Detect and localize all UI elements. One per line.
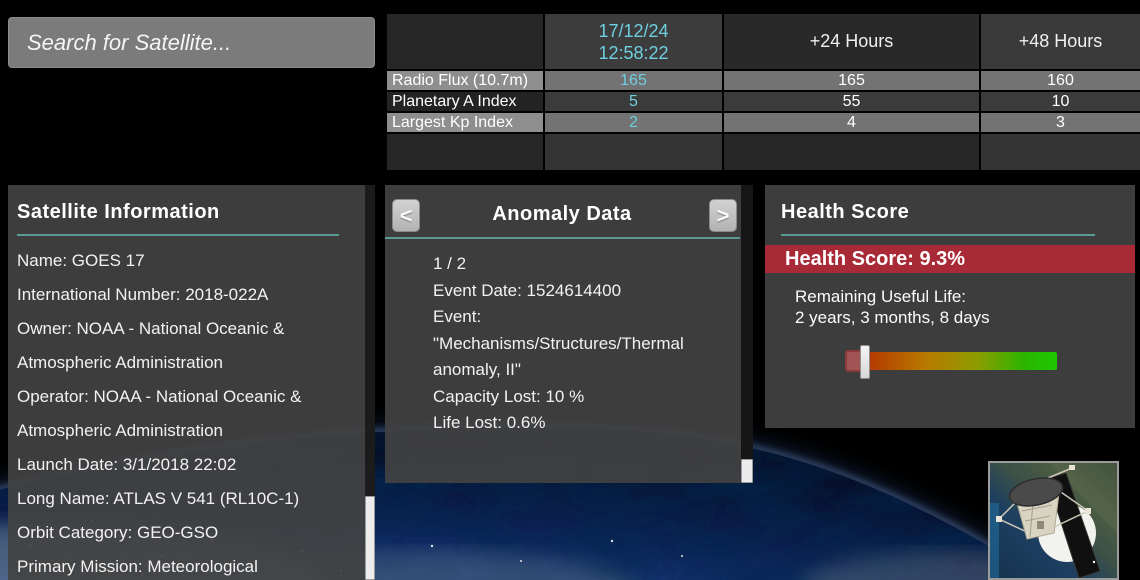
health-score-banner: Health Score: 9.3% <box>765 245 1135 273</box>
table-footer-row <box>386 133 1140 171</box>
anomaly-pagination: 1 / 2 <box>433 251 711 278</box>
field-operator: Operator: NOAA - National Oceanic & Atmo… <box>17 380 335 448</box>
row-label: Planetary A Index <box>386 91 544 112</box>
field-primary-mission: Primary Mission: Meteorological <box>17 550 335 580</box>
health-score-slider[interactable] <box>845 345 1057 379</box>
next-anomaly-button[interactable]: > <box>709 199 737 232</box>
anomaly-scrollbar[interactable] <box>741 185 753 483</box>
search-input[interactable] <box>8 17 375 68</box>
current-time: 12:58:22 <box>545 42 722 64</box>
largest-kp-48h: 3 <box>980 112 1140 133</box>
anomaly-capacity-lost: Capacity Lost: 10 % <box>433 384 711 411</box>
satellite-info-title: Satellite Information <box>8 185 375 224</box>
satellite-preview-image <box>988 461 1119 580</box>
table-corner-cell <box>386 13 544 70</box>
radio-flux-now: 165 <box>544 70 723 91</box>
plus-24-hours-header: +24 Hours <box>723 13 980 70</box>
app-window: 17/12/24 12:58:22 +24 Hours +48 Hours Ra… <box>0 0 1140 580</box>
radio-flux-48h: 160 <box>980 70 1140 91</box>
plus-48-hours-header: +48 Hours <box>980 13 1140 70</box>
current-datetime-header: 17/12/24 12:58:22 <box>544 13 723 70</box>
health-score-title: Health Score <box>765 185 1135 224</box>
row-label: Radio Flux (10.7m) <box>386 70 544 91</box>
table-row-radio-flux: Radio Flux (10.7m) 165 165 160 <box>386 70 1140 91</box>
table-header-row: 17/12/24 12:58:22 +24 Hours +48 Hours <box>386 13 1140 70</box>
table-row-largest-kp: Largest Kp Index 2 4 3 <box>386 112 1140 133</box>
anomaly-event-label: Event: <box>433 304 711 331</box>
satellite-info-fields: Name: GOES 17 International Number: 2018… <box>8 236 375 580</box>
anomaly-details: 1 / 2 Event Date: 1524614400 Event: "Mec… <box>385 239 753 437</box>
chevron-right-icon: > <box>717 203 730 229</box>
anomaly-event-date: Event Date: 1524614400 <box>433 278 711 305</box>
health-slider-track <box>845 352 1057 370</box>
table-row-planetary-a: Planetary A Index 5 55 10 <box>386 91 1140 112</box>
remaining-useful-life: Remaining Useful Life: 2 years, 3 months… <box>795 286 1135 328</box>
current-date: 17/12/24 <box>545 20 722 42</box>
anomaly-header: < Anomaly Data > <box>385 185 753 237</box>
satellite-info-scrollbar-thumb[interactable] <box>365 496 375 580</box>
planetary-a-24h: 55 <box>723 91 980 112</box>
row-label: Largest Kp Index <box>386 112 544 133</box>
field-international-number: International Number: 2018-022A <box>17 278 335 312</box>
field-launch-date: Launch Date: 3/1/2018 22:02 <box>17 448 335 482</box>
anomaly-event-description: "Mechanisms/Structures/Thermal anomaly, … <box>433 331 711 384</box>
rul-value: 2 years, 3 months, 8 days <box>795 307 1135 328</box>
field-name: Name: GOES 17 <box>17 244 335 278</box>
anomaly-data-title: Anomaly Data <box>385 203 739 226</box>
planetary-a-48h: 10 <box>980 91 1140 112</box>
title-divider <box>781 234 1095 236</box>
anomaly-life-lost: Life Lost: 0.6% <box>433 410 711 437</box>
satellite-info-scrollbar[interactable] <box>365 185 375 580</box>
satellite-info-panel: Satellite Information Name: GOES 17 Inte… <box>8 185 375 580</box>
largest-kp-now: 2 <box>544 112 723 133</box>
anomaly-scrollbar-thumb[interactable] <box>741 459 753 483</box>
field-long-name: Long Name: ATLAS V 541 (RL10C-1) <box>17 482 335 516</box>
anomaly-data-panel: < Anomaly Data > 1 / 2 Event Date: 15246… <box>385 185 753 483</box>
field-orbit-category: Orbit Category: GEO-GSO <box>17 516 335 550</box>
radio-flux-24h: 165 <box>723 70 980 91</box>
planetary-a-now: 5 <box>544 91 723 112</box>
health-slider-thumb[interactable] <box>860 345 870 379</box>
field-owner: Owner: NOAA - National Oceanic & Atmosph… <box>17 312 335 380</box>
health-score-panel: Health Score Health Score: 9.3% Remainin… <box>765 185 1135 428</box>
largest-kp-24h: 4 <box>723 112 980 133</box>
space-weather-table: 17/12/24 12:58:22 +24 Hours +48 Hours Ra… <box>385 12 1140 172</box>
rul-label: Remaining Useful Life: <box>795 286 1135 307</box>
